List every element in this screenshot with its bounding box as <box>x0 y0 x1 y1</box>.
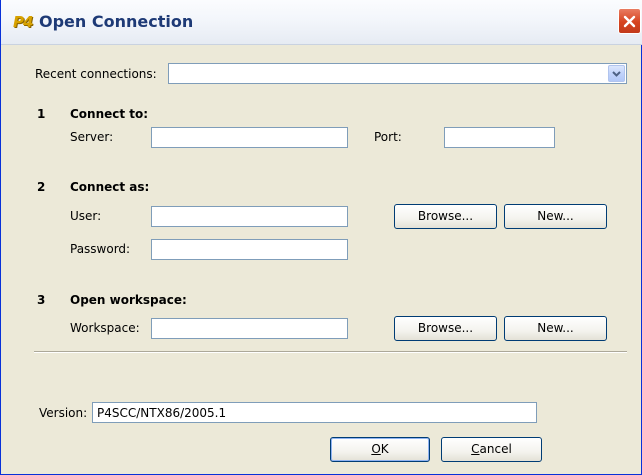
separator <box>34 351 627 353</box>
browse-user-button[interactable]: Browse... <box>394 204 497 229</box>
password-field[interactable] <box>151 239 348 260</box>
user-label: User: <box>70 209 102 223</box>
ok-label-rest: K <box>380 442 389 456</box>
section-number-1: 1 <box>37 107 46 121</box>
window-title: Open Connection <box>39 12 194 31</box>
section-number-3: 3 <box>37 293 46 307</box>
dropdown-button[interactable] <box>608 65 625 82</box>
version-label: Version: <box>39 406 88 420</box>
cancel-mnemonic: C <box>471 442 480 456</box>
ok-button[interactable]: OK <box>330 437 430 462</box>
open-workspace-heading: Open workspace: <box>70 293 187 307</box>
version-field[interactable] <box>92 402 537 423</box>
server-label: Server: <box>70 130 114 144</box>
browse-workspace-button[interactable]: Browse... <box>394 316 497 341</box>
p4-app-icon: P4 <box>13 13 33 31</box>
section-number-2: 2 <box>37 180 46 194</box>
new-workspace-button[interactable]: New... <box>504 316 607 341</box>
new-user-button[interactable]: New... <box>504 204 607 229</box>
cancel-button[interactable]: Cancel <box>441 437 542 462</box>
close-button[interactable] <box>618 8 641 34</box>
recent-connections-label: Recent connections: <box>35 67 157 81</box>
port-label: Port: <box>374 130 402 144</box>
open-connection-dialog: P4 Open Connection Recent connections: 1… <box>0 0 642 475</box>
ok-mnemonic: O <box>371 442 381 456</box>
cancel-label-rest: ancel <box>479 442 512 456</box>
title-bar[interactable]: P4 Open Connection <box>1 0 642 45</box>
workspace-field[interactable] <box>151 318 348 339</box>
connect-to-heading: Connect to: <box>70 107 149 121</box>
user-field[interactable] <box>151 206 348 227</box>
password-label: Password: <box>70 242 131 256</box>
server-field[interactable] <box>151 127 348 148</box>
connect-as-heading: Connect as: <box>70 180 150 194</box>
close-icon <box>623 15 636 27</box>
workspace-label: Workspace: <box>70 321 140 335</box>
chevron-down-icon <box>612 70 621 77</box>
recent-connections-dropdown[interactable] <box>168 63 627 84</box>
port-field[interactable] <box>444 127 555 148</box>
